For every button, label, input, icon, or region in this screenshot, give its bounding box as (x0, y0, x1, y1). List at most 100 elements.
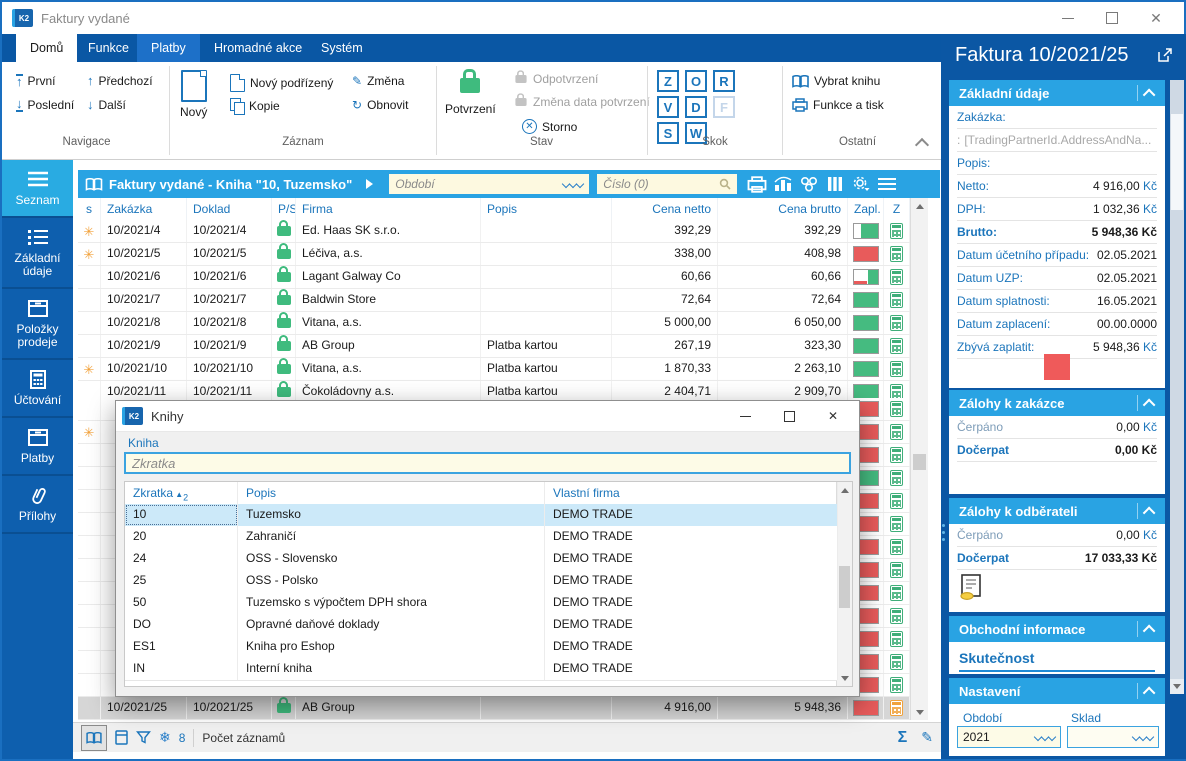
book-row-in[interactable]: INInterní knihaDEMO TRADE (125, 658, 837, 681)
jump-key-z[interactable]: Z (657, 70, 679, 92)
tab-domu[interactable]: Domů (16, 34, 77, 62)
table-row[interactable]: 10/2021/610/2021/6Lagant Galway Co60,666… (78, 266, 910, 289)
sidebar-item-seznam[interactable]: Seznam (2, 160, 73, 218)
table-row[interactable]: ✳10/2021/410/2021/4Ed. Haas SK s.r.o.392… (78, 220, 910, 243)
expand-arrow-icon[interactable] (366, 179, 373, 189)
sidebar-item-polo-ky-prodeje[interactable]: Položky prodeje (2, 289, 73, 360)
ribbon-storno-button[interactable]: ✕Storno (522, 119, 577, 134)
column-header-brutto[interactable]: Cena brutto (718, 198, 848, 220)
number-filter-input[interactable]: Číslo (0) (597, 174, 737, 194)
column-header-zakazka[interactable]: Zakázka (101, 198, 187, 220)
column-header-doklad[interactable]: Doklad (187, 198, 272, 220)
dialog-column-popis[interactable]: Popis (238, 482, 545, 504)
period-select[interactable]: 2021 (957, 726, 1061, 748)
ribbon-new-button[interactable]: Nový (180, 70, 207, 119)
book-row-50[interactable]: 50Tuzemsko s výpočtem DPH shoraDEMO TRAD… (125, 592, 837, 615)
book-row-24[interactable]: 24OSS - SlovenskoDEMO TRADE (125, 548, 837, 571)
table-row[interactable]: 10/2021/910/2021/9AB GroupPlatba kartou2… (78, 335, 910, 358)
sidebar-item-platby[interactable]: Platby (2, 418, 73, 476)
ribbon-next-button[interactable]: ↓Další (87, 98, 126, 112)
column-header-zapl[interactable]: Zapl. (848, 198, 884, 220)
dialog-close-button[interactable]: ✕ (811, 401, 855, 431)
table-scrollbar[interactable] (910, 198, 928, 720)
collapse-icon[interactable] (1143, 88, 1156, 101)
tab-funkce[interactable]: Funkce (74, 34, 143, 62)
jump-key-o[interactable]: O (685, 70, 707, 92)
section-header[interactable]: Nastavení (949, 678, 1165, 704)
printer-button[interactable] (745, 173, 769, 195)
chart-button[interactable] (771, 173, 795, 195)
tab-hromadne-akce[interactable]: Hromadné akce (200, 34, 316, 62)
open-external-icon[interactable] (1158, 48, 1172, 62)
panel-splitter-handle[interactable] (942, 524, 946, 541)
collapse-icon[interactable] (1143, 398, 1156, 411)
dialog-column-zkratka[interactable]: Zkratka ▲2 (125, 482, 238, 504)
scrollbar-thumb[interactable] (839, 566, 850, 608)
gear-button[interactable] (849, 173, 873, 195)
tab-platby[interactable]: Platby (137, 34, 200, 62)
scrollbar-thumb[interactable] (913, 454, 926, 470)
column-header-ps[interactable]: P/S (272, 198, 296, 220)
column-header-popis[interactable]: Popis (481, 198, 612, 220)
scroll-down-icon[interactable] (841, 676, 849, 681)
dialog-maximize-button[interactable] (767, 401, 811, 431)
wheel-button[interactable] (797, 173, 821, 195)
section-header[interactable]: Zálohy k odběrateli (949, 498, 1165, 524)
book-row-20[interactable]: 20ZahraničíDEMO TRADE (125, 526, 837, 549)
book-row-do[interactable]: DOOpravné daňové dokladyDEMO TRADE (125, 614, 837, 637)
close-button[interactable]: ✕ (1134, 4, 1178, 32)
column-header-s[interactable]: s (78, 198, 101, 220)
panel-scrollbar[interactable] (1170, 80, 1184, 694)
book-row-25[interactable]: 25OSS - PolskoDEMO TRADE (125, 570, 837, 593)
dialog-column-vlastn-firma[interactable]: Vlastní firma (545, 482, 838, 504)
filter-button[interactable] (136, 727, 151, 749)
column-header-firma[interactable]: Firma (296, 198, 481, 220)
maximize-button[interactable] (1090, 4, 1134, 32)
jump-key-v[interactable]: V (657, 96, 679, 118)
table-row[interactable]: 10/2021/2510/2021/25AB Group4 916,005 94… (78, 697, 910, 720)
book-row-10[interactable]: 10TuzemskoDEMO TRADE (125, 504, 837, 527)
view-book-toggle[interactable] (81, 725, 107, 751)
ribbon-copy-button[interactable]: Kopie (230, 98, 280, 113)
tab-system[interactable]: Systém (307, 34, 377, 62)
ribbon-unconfirm-button[interactable]: Odpotvrzení (514, 72, 598, 86)
ribbon-last-button[interactable]: ↓Poslední (16, 98, 74, 112)
columns-button[interactable] (823, 173, 847, 195)
ribbon-prev-button[interactable]: ↑Předchozí (87, 74, 153, 88)
ribbon-functions-print-button[interactable]: Funkce a tisk (792, 98, 884, 112)
section-header[interactable]: Základní údaje (949, 80, 1165, 106)
ribbon-new-child-button[interactable]: Nový podřízený (230, 74, 333, 92)
scroll-up-icon[interactable] (916, 204, 924, 209)
book-row-es1[interactable]: ES1Kniha pro EshopDEMO TRADE (125, 636, 837, 659)
ribbon-select-book-button[interactable]: Vybrat knihu (792, 74, 880, 88)
jump-key-f[interactable]: F (713, 96, 735, 118)
ribbon-confirm-button[interactable]: Potvrzení (445, 70, 496, 116)
collapse-icon[interactable] (1143, 624, 1156, 637)
column-header-z[interactable]: Z (884, 198, 910, 220)
table-row[interactable]: 10/2021/710/2021/7Baldwin Store72,6472,6… (78, 289, 910, 312)
collapse-icon[interactable] (1143, 686, 1156, 699)
ribbon-refresh-button[interactable]: ↻Obnovit (352, 98, 408, 112)
minimize-button[interactable] (1046, 4, 1090, 32)
scroll-up-icon[interactable] (841, 488, 849, 493)
column-header-netto[interactable]: Cena netto (612, 198, 718, 220)
sidebar-item-z-kladn-daje[interactable]: Základní údaje (2, 218, 73, 289)
dialog-minimize-button[interactable] (723, 401, 767, 431)
table-row[interactable]: ✳10/2021/510/2021/5Léčiva, a.s.338,00408… (78, 243, 910, 266)
sidebar-item-p-lohy[interactable]: Přílohy (2, 476, 73, 534)
scrollbar-thumb[interactable] (1171, 114, 1183, 210)
collapse-icon[interactable] (1143, 506, 1156, 519)
table-row[interactable]: 10/2021/810/2021/8Vitana, a.s.5 000,006 … (78, 312, 910, 335)
period-filter-input[interactable]: Období (389, 174, 589, 194)
sidebar-item--tov-n-[interactable]: Účtování (2, 360, 73, 418)
invoice-coin-icon[interactable] (959, 574, 1155, 600)
book-search-input[interactable] (124, 452, 851, 474)
jump-key-d[interactable]: D (685, 96, 707, 118)
section-header[interactable]: Obchodní informace (949, 616, 1165, 642)
edit-button[interactable]: ✎ (921, 729, 933, 746)
scroll-down-icon[interactable] (916, 710, 924, 715)
scroll-down-icon[interactable] (1173, 684, 1181, 689)
view-card-toggle[interactable] (115, 727, 128, 749)
menu-button[interactable] (875, 173, 899, 195)
section-header[interactable]: Zálohy k zakázce (949, 390, 1165, 416)
